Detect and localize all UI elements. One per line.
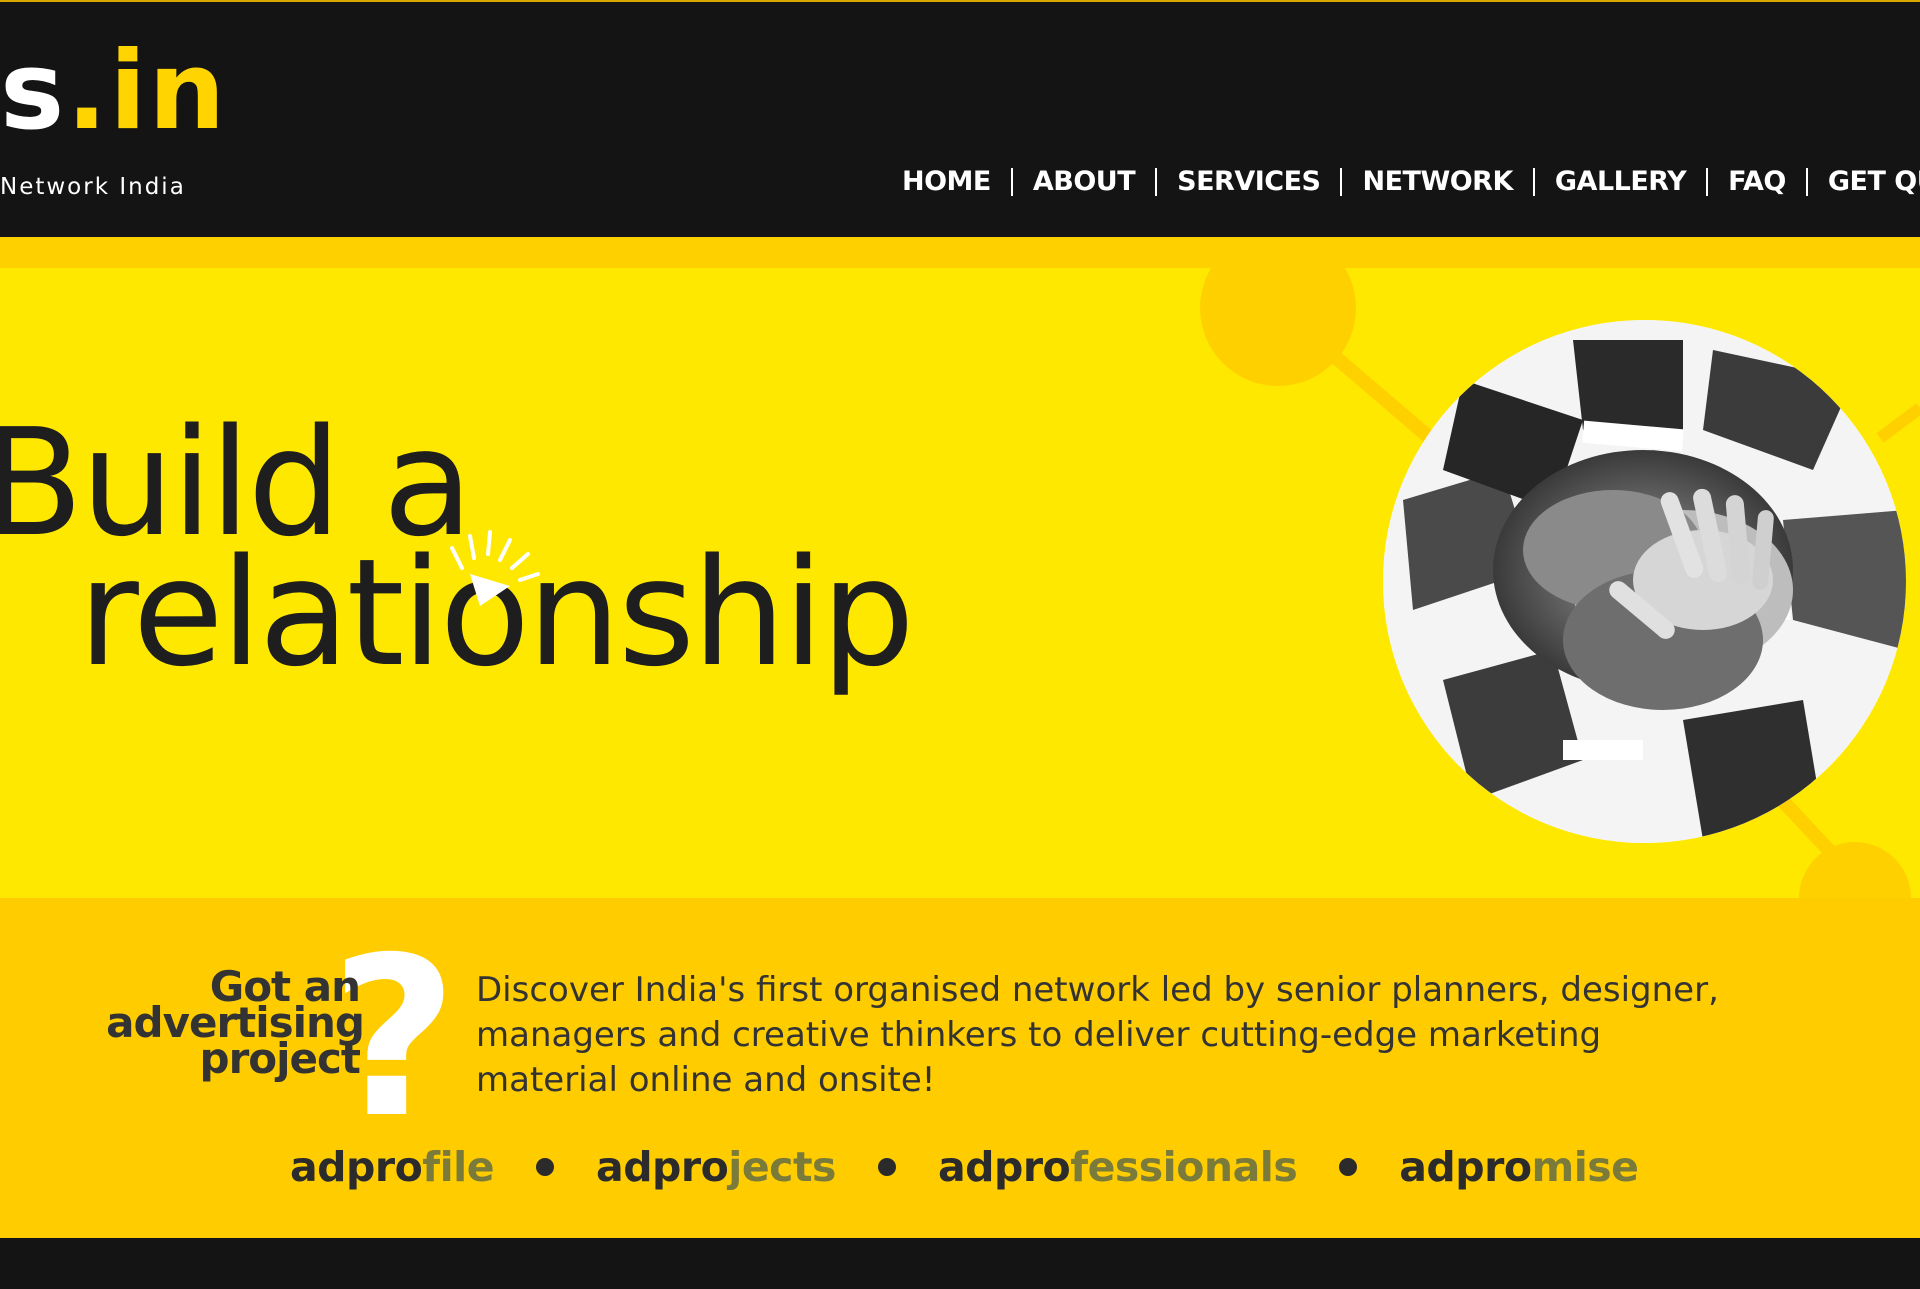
bullet-separator <box>536 1158 555 1176</box>
pillar-adprofile[interactable]: adprofile <box>290 1143 495 1191</box>
nav-separator <box>1340 167 1343 196</box>
main-nav: HOME ABOUT SERVICES NETWORK GALLERY FAQ … <box>902 166 1920 197</box>
nav-separator <box>1532 167 1535 196</box>
pillar-adprojects[interactable]: adprojects <box>596 1143 836 1191</box>
logo-wordmark-suffix: .in <box>66 29 228 154</box>
nav-home[interactable]: HOME <box>902 166 991 197</box>
team-hands-photo <box>1383 320 1906 843</box>
logo-wordmark-prefix: s <box>0 29 67 154</box>
question-graphic: ? Got an advertising project <box>100 928 460 1158</box>
bullet-separator <box>877 1158 896 1176</box>
nav-separator <box>1155 167 1158 196</box>
info-band: ? Got an advertising project Discover In… <box>0 898 1920 1238</box>
pillar-suffix: mise <box>1531 1143 1640 1191</box>
pillar-links: adprofile adprojects adprofessionals adp… <box>290 1143 1639 1191</box>
logo-tagline: Network India <box>0 174 186 200</box>
pillar-prefix: adpro <box>596 1143 729 1191</box>
pillar-suffix: file <box>422 1143 495 1191</box>
nav-about[interactable]: ABOUT <box>1033 166 1136 197</box>
question-line-3: project <box>199 1034 361 1083</box>
intro-description: Discover India's first organised network… <box>476 970 1719 1100</box>
pillar-prefix: adpro <box>937 1143 1071 1191</box>
nav-get-quote[interactable]: GET QUOTE <box>1828 166 1920 197</box>
page: s.in Network India HOME ABOUT SERVICES N… <box>0 0 1920 1289</box>
site-header: s.in Network India HOME ABOUT SERVICES N… <box>0 0 1920 237</box>
bullet-separator <box>1339 1158 1358 1176</box>
nav-gallery[interactable]: GALLERY <box>1555 166 1687 197</box>
logo-wordmark: s.in <box>0 32 227 152</box>
hands-stack-icon <box>1383 320 1906 843</box>
pillar-prefix: adpro <box>290 1143 423 1191</box>
nav-network[interactable]: NETWORK <box>1362 166 1513 197</box>
pillar-adprofessionals[interactable]: adprofessionals <box>937 1143 1298 1191</box>
hero-banner: Build a relationship <box>0 268 1920 898</box>
nav-separator <box>1805 167 1808 196</box>
pillar-adpromise[interactable]: adpromise <box>1399 1143 1640 1191</box>
nav-separator <box>1010 167 1013 196</box>
pillar-suffix: jects <box>728 1143 836 1191</box>
sparkle-icon <box>450 530 540 606</box>
header-accent-strip <box>0 237 1920 268</box>
nav-faq[interactable]: FAQ <box>1728 166 1786 197</box>
pillar-suffix: fessionals <box>1070 1143 1298 1191</box>
pillar-prefix: adpro <box>1399 1143 1532 1191</box>
nav-services[interactable]: SERVICES <box>1177 166 1321 197</box>
nav-separator <box>1706 167 1709 196</box>
footer-bar <box>0 1238 1920 1289</box>
